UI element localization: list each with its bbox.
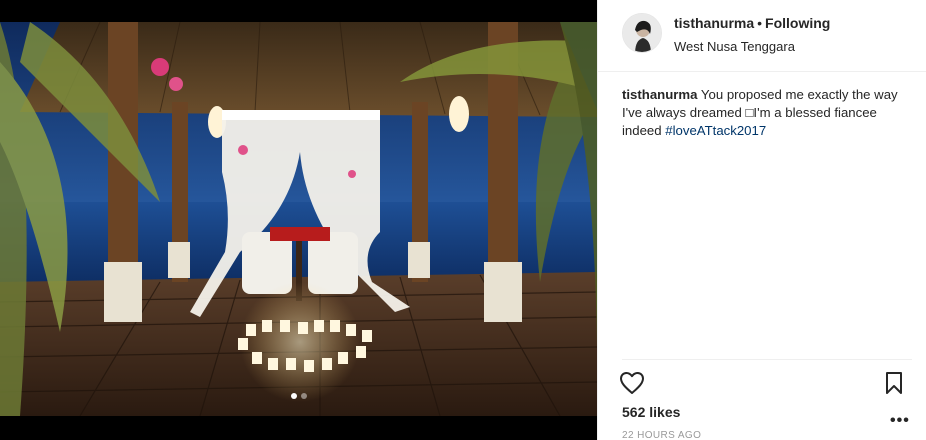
bookmark-icon bbox=[886, 372, 902, 394]
location-link[interactable]: West Nusa Tenggara bbox=[674, 39, 830, 54]
carousel-indicator bbox=[0, 393, 597, 399]
following-button[interactable]: Following bbox=[765, 15, 830, 31]
carousel-dot[interactable] bbox=[300, 393, 307, 399]
post-media bbox=[0, 0, 597, 440]
caption-username[interactable]: tisthanurma bbox=[622, 87, 697, 102]
separator: • bbox=[757, 15, 763, 31]
post-photo bbox=[0, 22, 597, 416]
likes-count[interactable]: 562 likes bbox=[622, 404, 680, 420]
carousel-dot-active[interactable] bbox=[290, 393, 297, 399]
more-options-button[interactable]: ••• bbox=[890, 412, 910, 430]
avatar-image bbox=[623, 14, 661, 52]
post-timestamp: 22 HOURS AGO bbox=[622, 430, 702, 440]
like-button[interactable] bbox=[619, 371, 645, 395]
save-button[interactable] bbox=[883, 371, 905, 395]
hashtag-link[interactable]: #loveATtack2017 bbox=[665, 123, 766, 138]
heart-outline-icon bbox=[620, 372, 644, 394]
post-header: tisthanurma • Following West Nusa Tenggara bbox=[598, 0, 926, 72]
actions-divider bbox=[622, 359, 912, 360]
username-link[interactable]: tisthanurma bbox=[674, 15, 754, 31]
avatar[interactable] bbox=[622, 13, 662, 53]
caption: tisthanurma You proposed me exactly the … bbox=[622, 86, 912, 140]
post-details: tisthanurma • Following West Nusa Tenggara… bbox=[597, 0, 926, 440]
